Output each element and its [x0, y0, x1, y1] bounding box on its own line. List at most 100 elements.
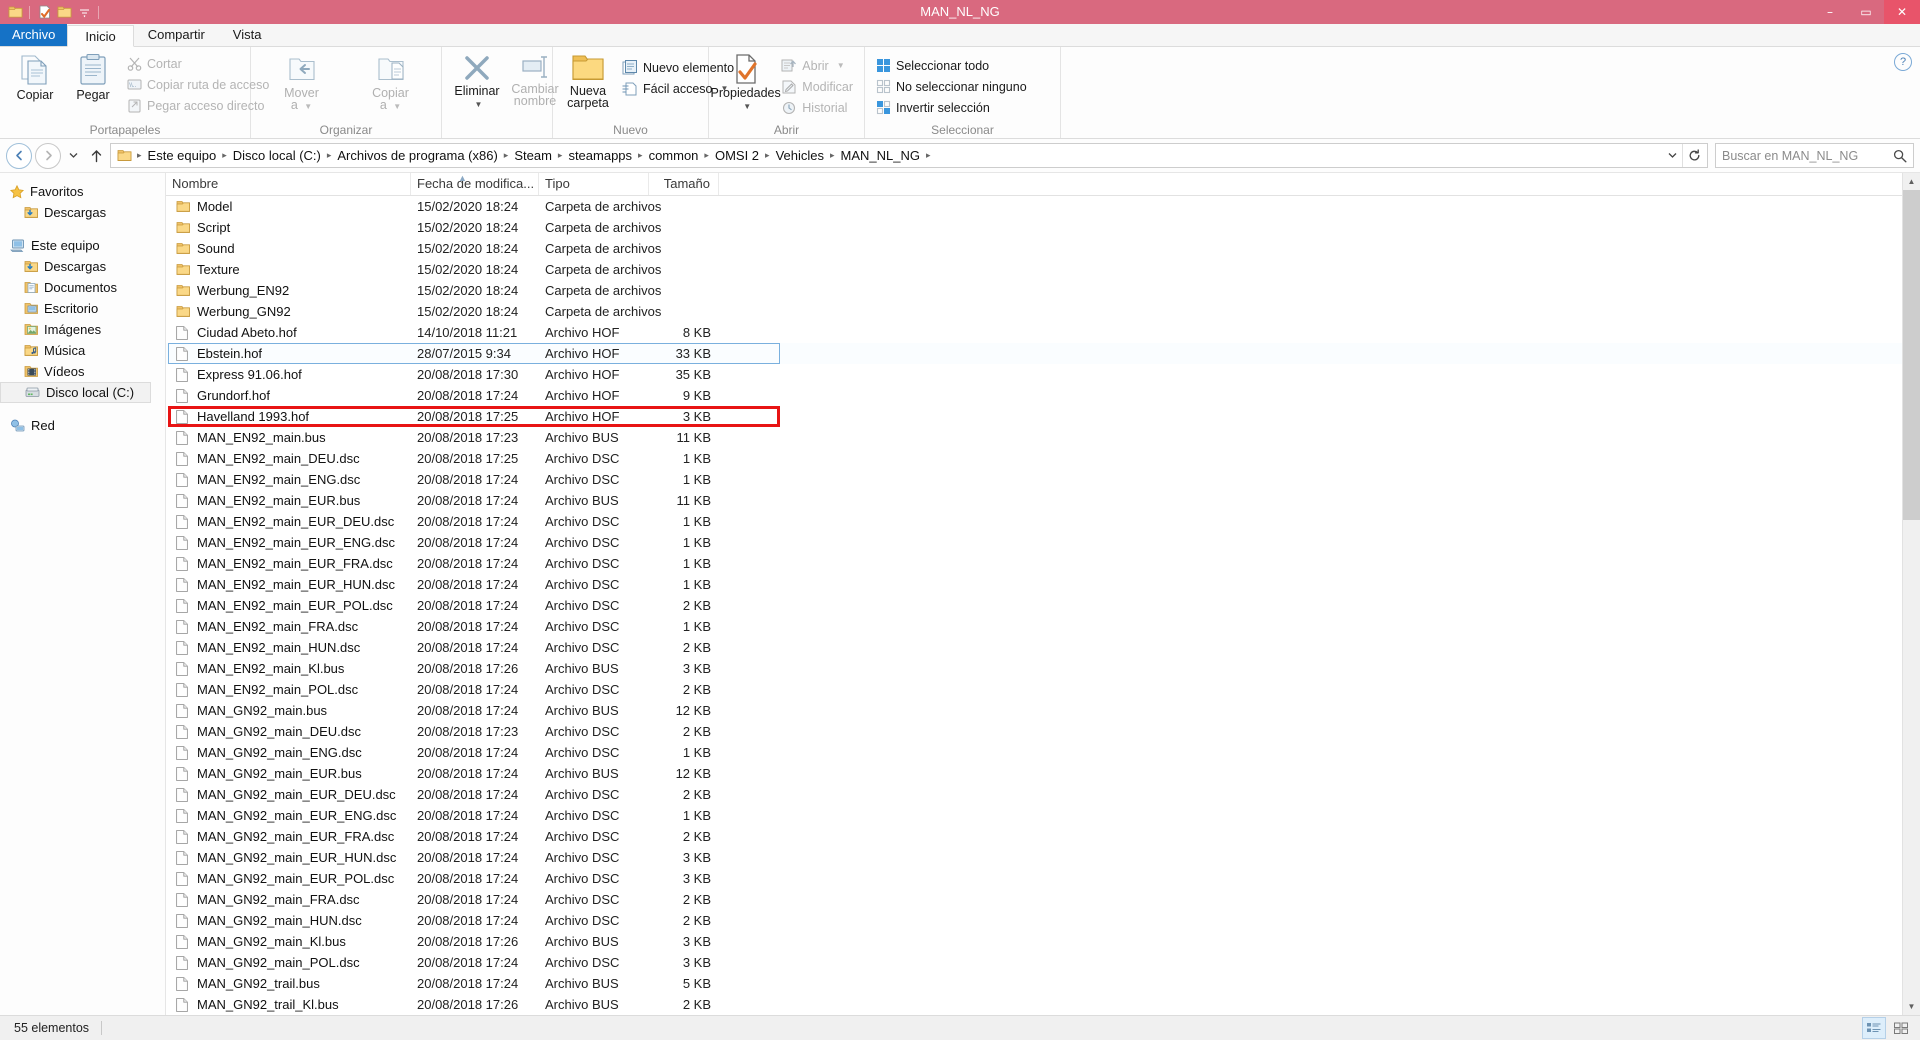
vertical-scrollbar[interactable]: ▲ ▼: [1902, 173, 1920, 1015]
sidebar-item-videos[interactable]: Vídeos: [0, 361, 165, 382]
table-row[interactable]: Ciudad Abeto.hof 14/10/2018 11:21 Archivo …: [166, 322, 1920, 343]
nav-header-favoritos[interactable]: Favoritos: [0, 181, 165, 202]
search-input[interactable]: Buscar en MAN_NL_NG: [1722, 149, 1858, 163]
qat-properties-icon[interactable]: [35, 3, 53, 21]
table-row[interactable]: MAN_GN92_main_FRA.dsc 20/08/2018 17:24 Arc…: [166, 889, 1920, 910]
file-row-23[interactable]: MAN_EN92_main_POL.dsc 20/08/2018 17:24 Arc…: [166, 679, 1920, 700]
file-row-11[interactable]: MAN_EN92_main.bus 20/08/2018 17:23 Archivo…: [166, 427, 1920, 448]
file-row-0[interactable]: Model 15/02/2020 18:24 Carpeta de archivos: [166, 196, 1920, 217]
table-row[interactable]: MAN_EN92_main_DEU.dsc 20/08/2018 17:25 Arc…: [166, 448, 1920, 469]
breadcrumb-item-0[interactable]: Este equipo: [143, 145, 222, 166]
file-row-21[interactable]: MAN_EN92_main_HUN.dsc 20/08/2018 17:24 Arc…: [166, 637, 1920, 658]
file-row-20[interactable]: MAN_EN92_main_FRA.dsc 20/08/2018 17:24 Arc…: [166, 616, 1920, 637]
breadcrumb-item-4[interactable]: steamapps: [563, 145, 637, 166]
tab-vista[interactable]: Vista: [219, 24, 276, 46]
file-row-17[interactable]: MAN_EN92_main_EUR_FRA.dsc 20/08/2018 17:2…: [166, 553, 1920, 574]
select-all-button[interactable]: Seleccionar todo: [871, 55, 1032, 76]
file-row-33[interactable]: MAN_GN92_main_FRA.dsc 20/08/2018 17:24 Arc…: [166, 889, 1920, 910]
maximize-button[interactable]: ▭: [1848, 0, 1884, 24]
search-icon[interactable]: [1893, 149, 1907, 163]
file-row-24[interactable]: MAN_GN92_main.bus 20/08/2018 17:24 Archivo…: [166, 700, 1920, 721]
paste-button[interactable]: Pegar: [64, 51, 122, 103]
up-button[interactable]: [85, 144, 107, 168]
file-row-19[interactable]: MAN_EN92_main_EUR_POL.dsc 20/08/2018 17:2…: [166, 595, 1920, 616]
sidebar-item-disco-local-c[interactable]: Disco local (C:): [0, 382, 151, 403]
qat-folder-icon[interactable]: [6, 3, 24, 21]
scroll-up-button[interactable]: ▲: [1903, 173, 1920, 190]
breadcrumb-item-1[interactable]: Disco local (C:): [228, 145, 326, 166]
sidebar-item-imagenes[interactable]: Imágenes: [0, 319, 165, 340]
file-row-22[interactable]: MAN_EN92_main_Kl.bus 20/08/2018 17:26 Arch…: [166, 658, 1920, 679]
table-row[interactable]: MAN_EN92_main_Kl.bus 20/08/2018 17:26 Arch…: [166, 658, 1920, 679]
table-row[interactable]: MAN_EN92_main_EUR_DEU.dsc 20/08/2018 17:2…: [166, 511, 1920, 532]
copy-to-button[interactable]: Copiar a ▼: [362, 51, 420, 115]
search-box[interactable]: Buscar en MAN_NL_NG: [1715, 143, 1914, 168]
forward-button[interactable]: [35, 142, 61, 169]
file-row-36[interactable]: MAN_GN92_main_POL.dsc 20/08/2018 17:24 Arc…: [166, 952, 1920, 973]
file-row-10[interactable]: Havelland 1993.hof 20/08/2018 17:25 Archiv…: [166, 406, 1920, 427]
address-dropdown-button[interactable]: [1662, 152, 1682, 159]
file-row-28[interactable]: MAN_GN92_main_EUR_DEU.dsc 20/08/2018 17:2…: [166, 784, 1920, 805]
file-row-9[interactable]: Grundorf.hof 20/08/2018 17:24 Archivo HOF 9…: [166, 385, 1920, 406]
table-row[interactable]: MAN_GN92_main_HUN.dsc 20/08/2018 17:24 Arc…: [166, 910, 1920, 931]
select-none-button[interactable]: No seleccionar ninguno: [871, 76, 1032, 97]
recent-locations-button[interactable]: [64, 144, 82, 168]
file-row-29[interactable]: MAN_GN92_main_EUR_ENG.dsc 20/08/2018 17:2…: [166, 805, 1920, 826]
move-to-button[interactable]: Mover a ▼: [273, 51, 331, 115]
table-row[interactable]: MAN_GN92_main_EUR_POL.dsc 20/08/2018 17:2…: [166, 868, 1920, 889]
table-row[interactable]: MAN_GN92_main_EUR_ENG.dsc 20/08/2018 17:2…: [166, 805, 1920, 826]
file-row-38[interactable]: MAN_GN92_trail_Kl.bus 20/08/2018 17:26 Arc…: [166, 994, 1920, 1015]
table-row[interactable]: MAN_EN92_main_HUN.dsc 20/08/2018 17:24 Arc…: [166, 637, 1920, 658]
table-row[interactable]: Werbung_GN92 15/02/2020 18:24 Carpeta de a…: [166, 301, 1920, 322]
qat-new-folder-icon[interactable]: [55, 3, 73, 21]
file-row-4[interactable]: Werbung_EN92 15/02/2020 18:24 Carpeta de a…: [166, 280, 1920, 301]
file-row-34[interactable]: MAN_GN92_main_HUN.dsc 20/08/2018 17:24 Arc…: [166, 910, 1920, 931]
table-row[interactable]: MAN_EN92_main.bus 20/08/2018 17:23 Archivo…: [166, 427, 1920, 448]
close-button[interactable]: ✕: [1884, 0, 1920, 24]
details-view-button[interactable]: [1862, 1017, 1886, 1039]
table-row[interactable]: MAN_GN92_main_EUR_FRA.dsc 20/08/2018 17:2…: [166, 826, 1920, 847]
table-row[interactable]: MAN_GN92_trail_Kl.bus 20/08/2018 17:26 Arc…: [166, 994, 1920, 1015]
file-row-15[interactable]: MAN_EN92_main_EUR_DEU.dsc 20/08/2018 17:2…: [166, 511, 1920, 532]
column-header-tipo[interactable]: Tipo: [539, 173, 649, 195]
file-row-12[interactable]: MAN_EN92_main_DEU.dsc 20/08/2018 17:25 Arc…: [166, 448, 1920, 469]
edit-button[interactable]: Modificar: [776, 76, 858, 97]
table-row[interactable]: Werbung_EN92 15/02/2020 18:24 Carpeta de a…: [166, 280, 1920, 301]
file-row-8[interactable]: Express 91.06.hof 20/08/2018 17:30 Archivo…: [166, 364, 1920, 385]
table-row[interactable]: Model 15/02/2020 18:24 Carpeta de archivos: [166, 196, 1920, 217]
copy-button[interactable]: Copiar: [6, 51, 64, 103]
file-row-2[interactable]: Sound 15/02/2020 18:24 Carpeta de archivos: [166, 238, 1920, 259]
table-row[interactable]: Ebstein.hof 28/07/2015 9:34 Archivo HOF 33 …: [166, 343, 1920, 364]
file-row-7[interactable]: Ebstein.hof 28/07/2015 9:34 Archivo HOF 33 …: [166, 343, 1920, 364]
breadcrumb-item-5[interactable]: common: [644, 145, 704, 166]
file-rows-container[interactable]: Model 15/02/2020 18:24 Carpeta de archivos…: [166, 196, 1920, 1015]
table-row[interactable]: MAN_EN92_main_EUR.bus 20/08/2018 17:24 Arc…: [166, 490, 1920, 511]
properties-button[interactable]: Propiedades ▼: [711, 51, 781, 115]
sidebar-item-escritorio[interactable]: Escritorio: [0, 298, 165, 319]
file-row-1[interactable]: Script 15/02/2020 18:24 Carpeta de archivo…: [166, 217, 1920, 238]
file-row-18[interactable]: MAN_EN92_main_EUR_HUN.dsc 20/08/2018 17:2…: [166, 574, 1920, 595]
table-row[interactable]: MAN_GN92_main_EUR_DEU.dsc 20/08/2018 17:2…: [166, 784, 1920, 805]
table-row[interactable]: MAN_GN92_trail.bus 20/08/2018 17:24 Archiv…: [166, 973, 1920, 994]
minimize-button[interactable]: –: [1812, 0, 1848, 24]
column-header-fecha[interactable]: Fecha de modifica...: [411, 173, 539, 195]
file-row-13[interactable]: MAN_EN92_main_ENG.dsc 20/08/2018 17:24 Arc…: [166, 469, 1920, 490]
file-row-26[interactable]: MAN_GN92_main_ENG.dsc 20/08/2018 17:24 Arc…: [166, 742, 1920, 763]
nav-header-red[interactable]: Red: [0, 415, 165, 436]
history-button[interactable]: Historial: [776, 97, 858, 118]
invert-selection-button[interactable]: Invertir selección: [871, 97, 1032, 118]
refresh-button[interactable]: [1682, 144, 1705, 167]
table-row[interactable]: MAN_GN92_main_EUR_HUN.dsc 20/08/2018 17:2…: [166, 847, 1920, 868]
table-row[interactable]: MAN_GN92_main.bus 20/08/2018 17:24 Archivo…: [166, 700, 1920, 721]
column-header-nombre[interactable]: Nombre: [166, 173, 411, 195]
breadcrumb-item-2[interactable]: Archivos de programa (x86): [332, 145, 502, 166]
sidebar-item-musica[interactable]: Música: [0, 340, 165, 361]
file-row-30[interactable]: MAN_GN92_main_EUR_FRA.dsc 20/08/2018 17:2…: [166, 826, 1920, 847]
scroll-down-button[interactable]: ▼: [1903, 998, 1920, 1015]
table-row[interactable]: Grundorf.hof 20/08/2018 17:24 Archivo HOF 9…: [166, 385, 1920, 427]
table-row[interactable]: MAN_EN92_main_EUR_POL.dsc 20/08/2018 17:2…: [166, 595, 1920, 616]
file-row-27[interactable]: MAN_GN92_main_EUR.bus 20/08/2018 17:24 Arc…: [166, 763, 1920, 784]
table-row[interactable]: Express 91.06.hof 20/08/2018 17:30 Archivo…: [166, 364, 1920, 385]
file-row-37[interactable]: MAN_GN92_trail.bus 20/08/2018 17:24 Archiv…: [166, 973, 1920, 994]
table-row[interactable]: MAN_EN92_main_FRA.dsc 20/08/2018 17:24 Arc…: [166, 616, 1920, 637]
